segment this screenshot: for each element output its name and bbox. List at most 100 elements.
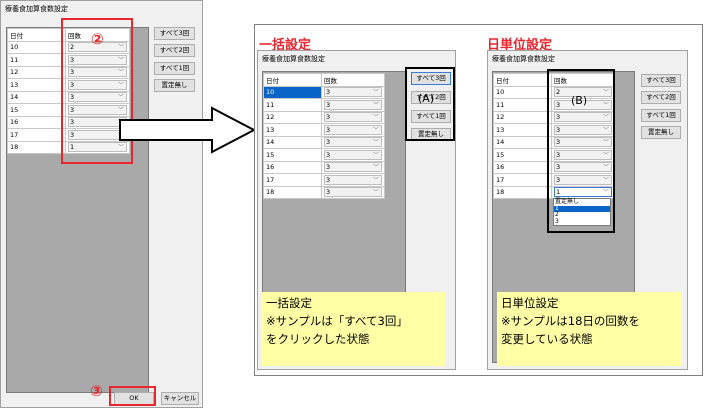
daily-note-line: 日単位設定 — [501, 296, 559, 310]
date-cell: 17 — [493, 173, 552, 187]
count-select[interactable]: 3﹀ — [324, 174, 382, 185]
count-cell[interactable]: 3﹀ — [321, 185, 385, 199]
table-row[interactable]: 15 3 ﹀ — [263, 148, 385, 162]
count-cell[interactable]: 3﹀ — [321, 85, 385, 99]
date-cell: 18 — [7, 140, 66, 154]
count-select[interactable]: 3﹀ — [324, 87, 382, 98]
count-column-header: 回数 — [321, 73, 385, 87]
set-all-3-button[interactable]: すべて3回 — [641, 74, 681, 87]
count-select[interactable]: 3﹀ — [324, 99, 382, 110]
daily-note: 日単位設定 ※サンプルは18日の回数を 変更している状態 — [497, 292, 682, 366]
date-cell: 16 — [263, 160, 322, 174]
date-cell: 10 — [493, 85, 552, 99]
count-value: 3 — [326, 138, 331, 147]
count-cell[interactable]: 3﹀ — [321, 148, 385, 162]
set-all-1-button[interactable]: すべて1回 — [641, 109, 681, 122]
date-cell: 11 — [263, 98, 322, 112]
bulk-note-line: ※サンプルは「すべて3回」 — [266, 314, 408, 328]
table-row[interactable]: 163﹀ — [263, 160, 385, 174]
chevron-down-icon[interactable]: ﹀ — [373, 126, 379, 135]
set-all-2-button[interactable]: すべて2回 — [154, 44, 195, 57]
table-row[interactable]: 10 3 ﹀ — [263, 85, 385, 99]
highlight-ok-button — [109, 386, 156, 406]
count-cell[interactable]: 3﹀ — [321, 110, 385, 124]
count-select[interactable]: 3﹀ — [324, 124, 382, 135]
clear-setting-button[interactable]: 置定無し — [154, 79, 195, 92]
bulk-grid: 日付 回数 10 3 ﹀ 11 3 ﹀ 12 3 ﹀ 13 3 ﹀ 14 3 ﹀ 15 3 ﹀ 16 3 ﹀ 17 3 ﹀ 18… — [263, 73, 385, 199]
count-cell[interactable]: 3﹀ — [321, 98, 385, 112]
count-select[interactable]: 3﹀ — [324, 149, 382, 160]
date-cell: 14 — [493, 135, 552, 149]
chevron-down-icon[interactable]: ﹀ — [373, 101, 379, 110]
chevron-down-icon[interactable]: ﹀ — [373, 163, 379, 172]
date-cell: 16 — [493, 160, 552, 174]
date-cell: 12 — [7, 65, 66, 79]
date-cell: 17 — [263, 173, 322, 187]
daily-note-line: ※サンプルは18日の回数を — [501, 314, 640, 328]
clear-setting-button[interactable]: 置定無し — [641, 126, 681, 139]
count-cell[interactable]: 3﹀ — [321, 123, 385, 137]
bulk-note: 一括設定 ※サンプルは「すべて3回」 をクリックした状態 — [262, 292, 445, 366]
table-row[interactable]: 173﹀ — [263, 173, 385, 187]
count-select[interactable]: 3﹀ — [324, 162, 382, 173]
count-select[interactable]: 3﹀ — [324, 112, 382, 123]
count-value: 3 — [326, 100, 331, 109]
date-cell: 16 — [7, 115, 66, 129]
date-column-header: 日付 — [7, 28, 66, 42]
date-cell: 15 — [7, 103, 66, 117]
set-all-3-button[interactable]: すべて3回 — [154, 27, 195, 40]
set-all-2-button[interactable]: すべて2回 — [641, 91, 681, 104]
chevron-down-icon[interactable]: ﹀ — [373, 151, 379, 160]
date-cell: 18 — [263, 185, 322, 199]
count-value: 3 — [326, 88, 331, 97]
date-cell: 18 — [493, 185, 552, 199]
date-cell: 12 — [493, 110, 552, 124]
cancel-button[interactable]: キャンセル — [161, 392, 199, 405]
count-value: 3 — [326, 188, 331, 197]
date-cell: 15 — [263, 148, 322, 162]
count-value: 3 — [326, 113, 331, 122]
set-all-1-button[interactable]: すべて1回 — [154, 62, 195, 75]
date-cell: 17 — [7, 128, 66, 142]
table-row[interactable]: 11 3 ﹀ — [263, 98, 385, 112]
date-cell: 11 — [7, 53, 66, 67]
chevron-down-icon[interactable]: ﹀ — [373, 188, 379, 197]
date-cell: 10 — [263, 85, 322, 99]
date-cell: 13 — [493, 123, 552, 137]
bulk-dialog-title: 療養食加算食数設定 — [262, 55, 325, 63]
date-cell: 15 — [493, 148, 552, 162]
count-value: 3 — [326, 175, 331, 184]
date-column-header: 日付 — [493, 73, 552, 87]
chevron-down-icon[interactable]: ﹀ — [373, 113, 379, 122]
marker-step-3: ③ — [90, 382, 103, 400]
daily-dialog-title: 療養食加算食数設定 — [492, 55, 555, 63]
count-value: 3 — [326, 125, 331, 134]
bulk-note-line: をクリックした状態 — [266, 332, 370, 346]
bulk-grid-body: 10 3 ﹀ 11 3 ﹀ 12 3 ﹀ 13 3 ﹀ 14 3 ﹀ 15 3 ﹀ 16 3 ﹀ 17 3 ﹀ 18 3 ﹀ — [263, 85, 385, 199]
chevron-down-icon[interactable]: ﹀ — [373, 88, 379, 97]
left-dialog-title: 療養食加算食数設定 — [5, 5, 68, 13]
daily-note-line: 変更している状態 — [501, 332, 593, 346]
chevron-down-icon[interactable]: ﹀ — [373, 138, 379, 147]
date-cell: 14 — [263, 135, 322, 149]
count-select[interactable]: 3﹀ — [324, 137, 382, 148]
bulk-note-line: 一括設定 — [266, 296, 312, 310]
marker-step-2: ② — [91, 30, 104, 48]
date-column-header: 日付 — [263, 73, 322, 87]
marker-a: (A) — [418, 92, 435, 105]
table-row[interactable]: 12 3 ﹀ — [263, 110, 385, 124]
table-row[interactable]: 13 3 ﹀ — [263, 123, 385, 137]
marker-b: (B) — [571, 94, 588, 107]
date-cell: 14 — [7, 90, 66, 104]
count-cell[interactable]: 3﹀ — [321, 135, 385, 149]
date-cell: 10 — [7, 40, 66, 54]
count-value: 3 — [326, 150, 331, 159]
date-cell: 13 — [263, 123, 322, 137]
date-cell: 11 — [493, 98, 552, 112]
table-row[interactable]: 14 3 ﹀ — [263, 135, 385, 149]
table-row[interactable]: 18 3 ﹀ — [263, 185, 385, 199]
count-select[interactable]: 3﹀ — [324, 187, 382, 198]
chevron-down-icon[interactable]: ﹀ — [373, 176, 379, 185]
count-cell[interactable]: 3﹀ — [321, 160, 385, 174]
count-cell[interactable]: 3﹀ — [321, 173, 385, 187]
